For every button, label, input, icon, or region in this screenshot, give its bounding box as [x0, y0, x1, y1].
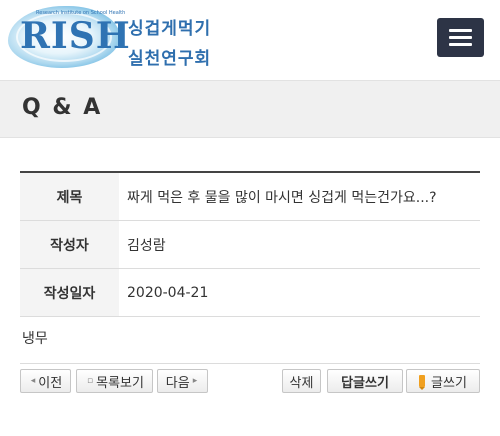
delete-button[interactable]: 삭제 — [282, 369, 321, 393]
delete-label: 삭제 — [289, 375, 314, 391]
write-button[interactable]: 글쓰기 — [406, 369, 480, 393]
post-view-table: 제목 짜게 먹은 후 물을 많이 마시면 싱겁게 먹는건가요...? 작성자 김… — [20, 171, 480, 317]
post-row-date: 작성일자 2020-04-21 — [20, 269, 480, 317]
author-value: 김성람 — [127, 237, 166, 254]
menu-button[interactable] — [437, 18, 484, 57]
author-label: 작성자 — [20, 221, 119, 268]
chevron-right-icon: ▸ — [192, 376, 198, 386]
post-row-subject: 제목 짜게 먹은 후 물을 많이 마시면 싱겁게 먹는건가요...? — [20, 173, 480, 221]
subject-value: 짜게 먹은 후 물을 많이 마시면 싱겁게 먹는건가요...? — [127, 189, 437, 206]
post-body: 냉무 — [20, 316, 480, 364]
write-label: 글쓰기 — [431, 375, 467, 391]
next-label: 다음 — [165, 375, 190, 391]
date-label: 작성일자 — [20, 269, 119, 316]
post-action-bar: ◂ 이전 ▫ 목록보기 다음 ▸ 삭제 답글쓰기 글쓰기 — [20, 369, 480, 393]
hamburger-icon-bar — [449, 36, 472, 39]
prev-label: 이전 — [38, 375, 63, 391]
list-button[interactable]: ▫ 목록보기 — [76, 369, 153, 393]
logo-text-line1: 싱겁게먹기 — [128, 19, 212, 39]
list-label: 목록보기 — [96, 375, 144, 391]
reply-button[interactable]: 답글쓰기 — [327, 369, 403, 393]
next-button[interactable]: 다음 ▸ — [157, 369, 208, 393]
logo-text-line2: 실천연구회 — [128, 49, 212, 69]
site-logo[interactable]: Research Institute on School Health RISH… — [6, 4, 226, 72]
site-header: Research Institute on School Health RISH… — [0, 0, 500, 78]
page-title-bar: Q & A — [0, 80, 500, 138]
chevron-left-icon: ◂ — [30, 376, 36, 386]
hamburger-icon — [449, 29, 472, 32]
list-icon: ▫ — [87, 376, 94, 386]
prev-button[interactable]: ◂ 이전 — [20, 369, 71, 393]
reply-label: 답글쓰기 — [341, 375, 389, 391]
logo-letters: RISH — [20, 15, 131, 57]
subject-label: 제목 — [20, 173, 119, 220]
pencil-icon — [419, 375, 426, 390]
hamburger-icon-bar — [449, 43, 472, 46]
post-row-author: 작성자 김성람 — [20, 221, 480, 269]
page-title: Q & A — [22, 95, 103, 120]
date-value: 2020-04-21 — [127, 284, 209, 301]
